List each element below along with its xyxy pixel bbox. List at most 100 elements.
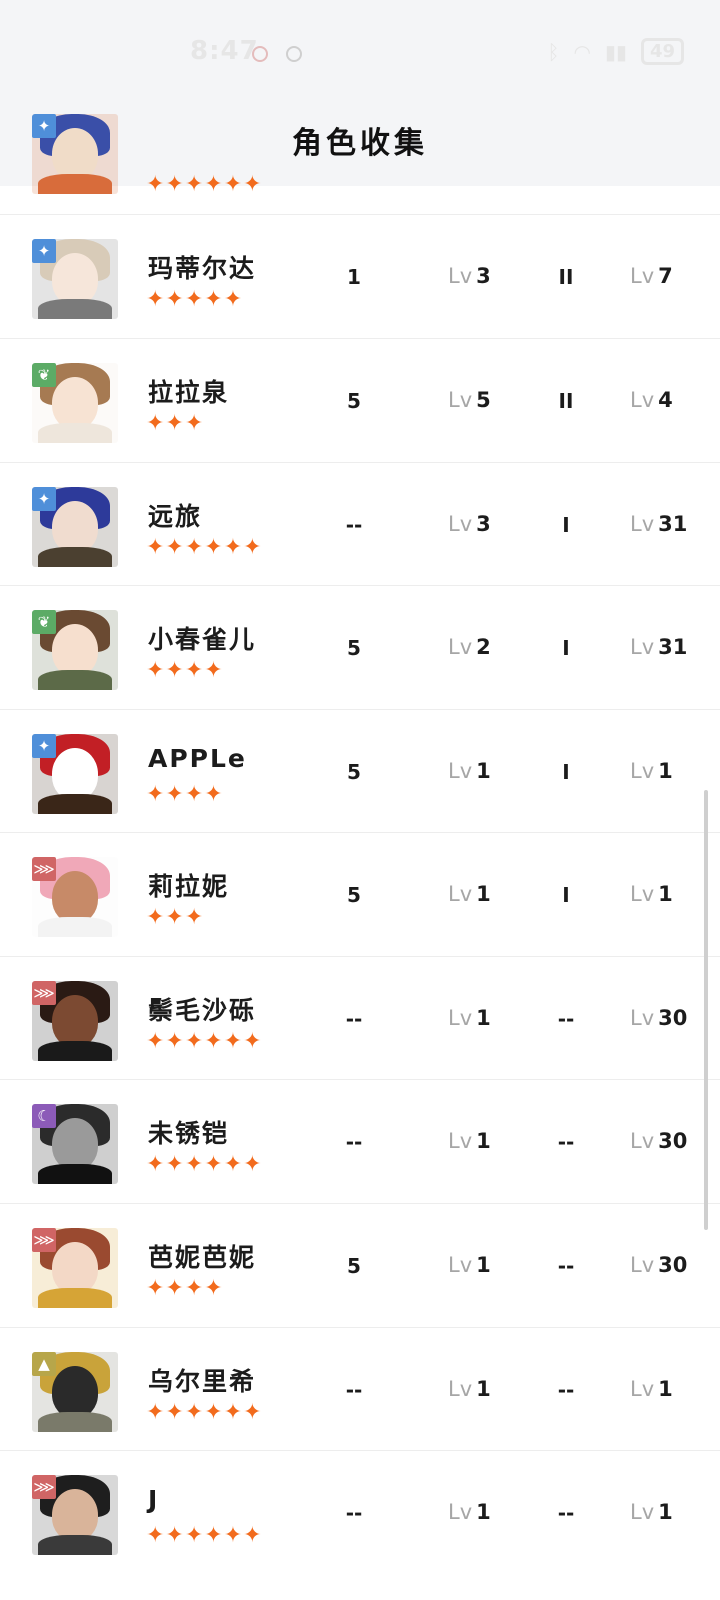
character-avatar: ☾ — [32, 1104, 118, 1184]
skill-level: Lv 1 — [448, 1253, 528, 1277]
tier-value: -- — [557, 1130, 575, 1154]
character-row[interactable]: ☾ 未锈铠 ✦✦✦✦✦✦ -- Lv 1 -- Lv 30 — [0, 1079, 720, 1205]
character-level: Lv 30 — [630, 1129, 710, 1153]
character-avatar: ▲ — [32, 1352, 118, 1432]
moon-element-icon: ☾ — [32, 1104, 56, 1128]
star-rating: ✦✦✦✦✦✦ — [146, 1400, 263, 1425]
status-bar: 8:47 ᛒ ◠ ▮▮ 49 — [0, 0, 720, 100]
character-row[interactable]: ✦ ✦✦✦✦✦✦ — [0, 90, 720, 216]
level-prefix: Lv — [448, 1129, 473, 1153]
character-avatar: ✦ — [32, 114, 118, 194]
copies-value: 5 — [347, 1254, 361, 1278]
skill-level: Lv 3 — [448, 512, 528, 536]
notification-icon — [286, 46, 302, 62]
level-value: 31 — [658, 635, 688, 659]
character-name: 玛蒂尔达 — [148, 254, 257, 283]
level-prefix: Lv — [630, 1006, 655, 1030]
character-level: Lv 1 — [630, 882, 710, 906]
leaf-element-icon: ❦ — [32, 610, 56, 634]
copies-value: -- — [345, 1130, 363, 1154]
level-value: 7 — [658, 264, 673, 288]
skill-level: Lv 1 — [448, 882, 528, 906]
wifi-icon: ◠ — [573, 39, 591, 64]
spark-element-icon: ✦ — [32, 734, 56, 758]
copies-value: 5 — [347, 636, 361, 660]
level-prefix: Lv — [448, 512, 473, 536]
character-name: 乌尔里希 — [148, 1367, 257, 1396]
star-rating: ✦✦✦ — [146, 411, 205, 436]
character-avatar: ✦ — [32, 734, 118, 814]
character-avatar: ⋙ — [32, 981, 118, 1061]
star-rating: ✦✦✦✦✦✦ — [146, 172, 263, 197]
level-prefix: Lv — [630, 1500, 655, 1524]
tier-value: -- — [557, 1501, 575, 1525]
level-value: 1 — [476, 882, 491, 906]
level-prefix: Lv — [630, 635, 655, 659]
character-level: Lv 31 — [630, 512, 710, 536]
character-row[interactable]: ⋙ 莉拉妮 ✦✦✦ 5 Lv 1 I Lv 1 — [0, 832, 720, 958]
character-row[interactable]: ❦ 拉拉泉 ✦✦✦ 5 Lv 5 II Lv 4 — [0, 338, 720, 464]
copies-value: -- — [345, 1501, 363, 1525]
skill-level: Lv 3 — [448, 264, 528, 288]
star-rating: ✦✦✦✦ — [146, 782, 224, 807]
star-rating: ✦✦✦✦✦✦ — [146, 1152, 263, 1177]
claw-element-icon: ⋙ — [32, 1475, 56, 1499]
star-rating: ✦✦✦✦ — [146, 658, 224, 683]
character-name: 芭妮芭妮 — [148, 1243, 257, 1272]
level-value: 30 — [658, 1006, 688, 1030]
character-avatar: ❦ — [32, 363, 118, 443]
level-value: 30 — [658, 1129, 688, 1153]
character-row[interactable]: ❦ 小春雀儿 ✦✦✦✦ 5 Lv 2 I Lv 31 — [0, 585, 720, 711]
character-level: Lv 31 — [630, 635, 710, 659]
character-name: 鬃毛沙砾 — [148, 996, 257, 1025]
character-row[interactable]: ✦ 远旅 ✦✦✦✦✦✦ -- Lv 3 I Lv 31 — [0, 462, 720, 588]
character-row[interactable]: ✦ APPLe ✦✦✦✦ 5 Lv 1 I Lv 1 — [0, 709, 720, 835]
level-value: 1 — [658, 1377, 673, 1401]
character-level: Lv 1 — [630, 759, 710, 783]
copies-value: -- — [345, 513, 363, 537]
character-name: J — [148, 1485, 160, 1514]
copies-value: 5 — [347, 883, 361, 907]
character-level: Lv 1 — [630, 1377, 710, 1401]
character-row[interactable]: ⋙ 鬃毛沙砾 ✦✦✦✦✦✦ -- Lv 1 -- Lv 30 — [0, 956, 720, 1082]
level-value: 1 — [476, 1500, 491, 1524]
character-row[interactable]: ▲ 乌尔里希 ✦✦✦✦✦✦ -- Lv 1 -- Lv 1 — [0, 1327, 720, 1453]
star-rating: ✦✦✦ — [146, 905, 205, 930]
character-name: 莉拉妮 — [148, 872, 230, 901]
level-prefix: Lv — [448, 264, 473, 288]
star-rating: ✦✦✦✦ — [146, 1276, 224, 1301]
skill-level: Lv 1 — [448, 1129, 528, 1153]
level-prefix: Lv — [630, 512, 655, 536]
star-rating: ✦✦✦✦✦✦ — [146, 1523, 263, 1548]
claw-element-icon: ⋙ — [32, 981, 56, 1005]
level-value: 1 — [476, 1129, 491, 1153]
level-prefix: Lv — [630, 388, 655, 412]
level-prefix: Lv — [448, 1377, 473, 1401]
level-value: 30 — [658, 1253, 688, 1277]
status-time: 8:47 — [190, 36, 259, 66]
level-prefix: Lv — [630, 1253, 655, 1277]
level-prefix: Lv — [448, 1500, 473, 1524]
character-row[interactable]: ⋙ 芭妮芭妮 ✦✦✦✦ 5 Lv 1 -- Lv 30 — [0, 1203, 720, 1329]
level-prefix: Lv — [448, 1006, 473, 1030]
character-level: Lv 7 — [630, 264, 710, 288]
character-level: Lv 30 — [630, 1253, 710, 1277]
character-avatar: ✦ — [32, 239, 118, 319]
star-rating: ✦✦✦✦✦✦ — [146, 1029, 263, 1054]
level-value: 1 — [658, 1500, 673, 1524]
level-value: 3 — [476, 264, 491, 288]
character-row[interactable]: ⋙ J ✦✦✦✦✦✦ -- Lv 1 -- Lv 1 — [0, 1450, 720, 1576]
character-name: 未锈铠 — [148, 1119, 230, 1148]
scrollbar[interactable] — [704, 790, 708, 1230]
level-value: 5 — [476, 388, 491, 412]
battery-icon: 49 — [640, 38, 684, 65]
claw-element-icon: ⋙ — [32, 857, 56, 881]
character-avatar: ⋙ — [32, 1228, 118, 1308]
spark-element-icon: ✦ — [32, 239, 56, 263]
skill-level: Lv 2 — [448, 635, 528, 659]
character-avatar: ✦ — [32, 487, 118, 567]
level-value: 2 — [476, 635, 491, 659]
tier-value: -- — [557, 1378, 575, 1402]
character-row[interactable]: ✦ 玛蒂尔达 ✦✦✦✦✦ 1 Lv 3 II Lv 7 — [0, 214, 720, 340]
spark-element-icon: ✦ — [32, 114, 56, 138]
